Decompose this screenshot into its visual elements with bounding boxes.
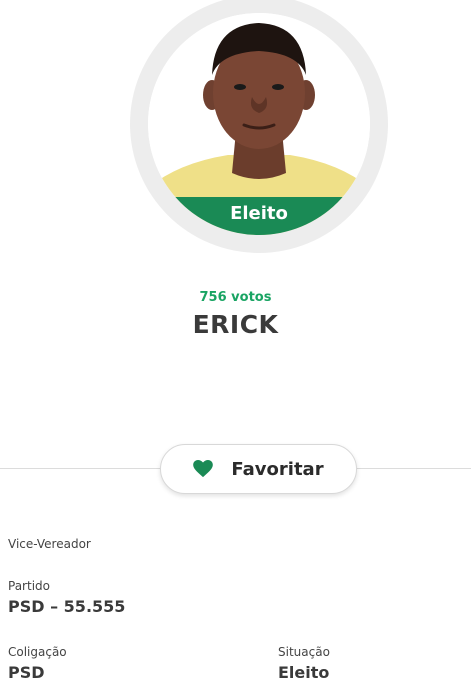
heart-icon — [193, 460, 214, 478]
candidate-photo: Eleito — [148, 13, 370, 235]
candidate-name: ERICK — [192, 310, 279, 339]
coalition-value: PSD — [8, 663, 45, 682]
situation-value: Eleito — [278, 663, 330, 682]
elected-status-badge: Eleito — [148, 197, 370, 235]
favorite-label: Favoritar — [231, 458, 324, 480]
party-value: PSD – 55.555 — [8, 597, 126, 616]
candidate-page: Eleito 756 votos ERICK Favoritar Vice-Ve… — [0, 0, 471, 698]
vote-count: 756 votos — [199, 290, 272, 305]
favorite-button[interactable]: Favoritar — [160, 444, 357, 494]
situation-label: Situação — [278, 645, 330, 659]
role-label: Vice-Vereador — [8, 537, 91, 551]
candidate-avatar-frame: Eleito — [130, 0, 388, 253]
coalition-label: Coligação — [8, 645, 67, 659]
party-label: Partido — [8, 579, 50, 593]
